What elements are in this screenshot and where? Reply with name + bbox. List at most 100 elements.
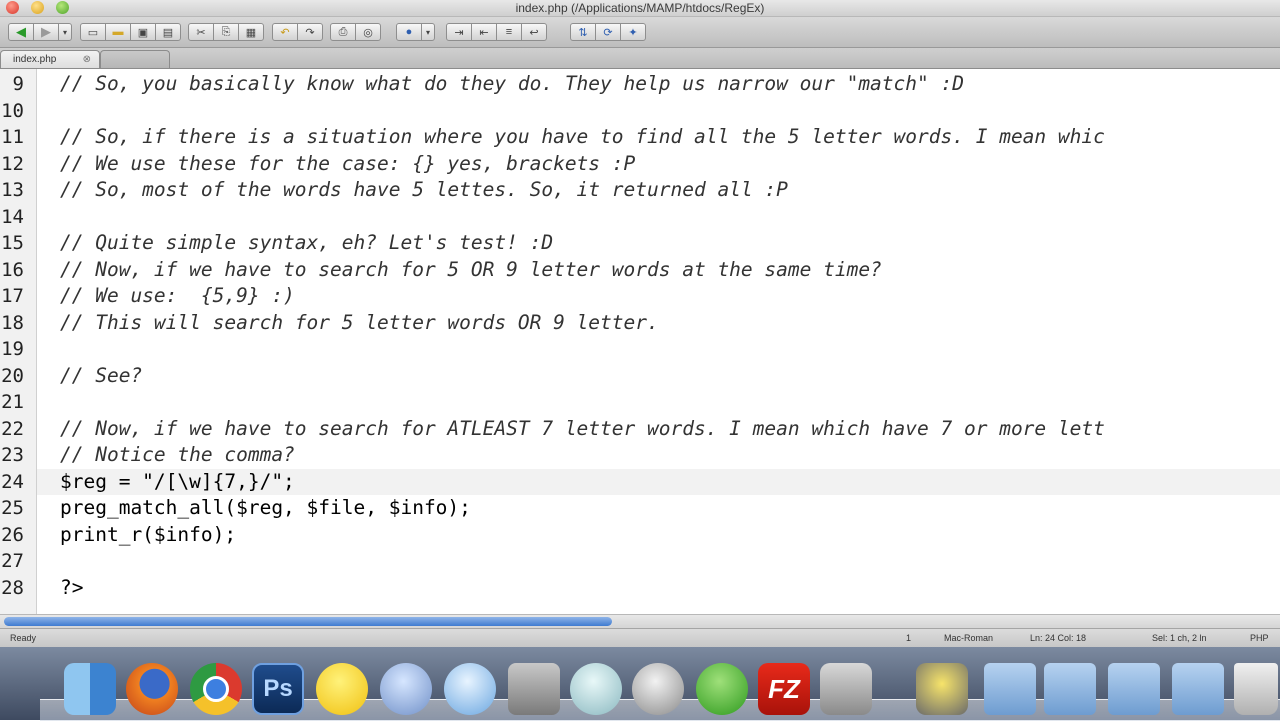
printer-icon: ⎙	[338, 25, 348, 38]
code-comment-line: // Quite simple syntax, eh? Let's test! …	[60, 231, 554, 254]
folder-icon[interactable]	[984, 663, 1036, 715]
browser-button-group: ● ▾	[396, 23, 435, 41]
find-button[interactable]: ◎	[355, 23, 381, 41]
line-number: 16	[1, 258, 24, 281]
redo-button[interactable]: ↷	[297, 23, 323, 41]
imovie-icon[interactable]	[916, 663, 968, 715]
undo-button[interactable]: ↶	[272, 23, 298, 41]
comment-button[interactable]: ≡	[496, 23, 522, 41]
code-line: print_r($info);	[60, 522, 237, 546]
filezilla-icon[interactable]: FZ	[758, 663, 810, 715]
horizontal-scroll-thumb[interactable]	[4, 617, 612, 626]
tab-index-php[interactable]: index.php ⊗	[0, 50, 100, 68]
line-number: 27	[1, 550, 24, 572]
line-number: 21	[1, 391, 24, 413]
format-button-group: ⇥ ⇤ ≡ ↩	[446, 23, 547, 41]
line-number: 11	[1, 126, 24, 148]
code-editor[interactable]: 9 10 11 12 13 14 15 16 17 18 19 20 21 22 23 24 25 26 27 28 …	[0, 69, 1280, 614]
globe-icon: ●	[405, 26, 413, 38]
code-line: ?>	[60, 575, 84, 599]
growl-icon[interactable]	[570, 663, 622, 715]
code-comment-line: // This will search for 5 letter words O…	[60, 310, 659, 334]
line-number: 19	[1, 338, 24, 360]
wrench-icon: ✦	[628, 26, 638, 39]
outdent-button[interactable]: ⇤	[471, 23, 497, 41]
system-preferences-icon[interactable]	[508, 663, 560, 715]
outdent-icon: ⇤	[479, 26, 489, 39]
print-button[interactable]: ⎙	[330, 23, 356, 41]
forward-arrow-icon: ▶	[41, 24, 51, 39]
save-button[interactable]: ▣	[130, 23, 156, 41]
line-number: 17	[1, 285, 24, 307]
paste-button[interactable]: ▦	[238, 23, 264, 41]
copy-icon: ⎘	[221, 25, 231, 38]
encoding-indicator[interactable]: Mac-Roman	[944, 629, 993, 647]
line-number: 28	[1, 576, 24, 599]
copy-button[interactable]: ⎘	[213, 23, 239, 41]
history-menu-button[interactable]: ▾	[58, 23, 72, 41]
messenger-icon[interactable]	[316, 663, 368, 715]
folder-icon: ▬	[112, 26, 124, 38]
photo-booth-icon[interactable]	[820, 663, 872, 715]
line-number: 25	[1, 497, 24, 519]
wrap-button[interactable]: ↩	[521, 23, 547, 41]
line-number: 23	[1, 444, 24, 466]
binoculars-icon: ◎	[363, 26, 373, 39]
tab-inactive[interactable]	[100, 50, 170, 68]
code-comment-line: // So, you basically know what do they d…	[60, 72, 964, 95]
firefox-icon[interactable]	[126, 663, 178, 715]
close-tab-icon[interactable]: ⊗	[83, 51, 91, 68]
code-comment-line: // Notice the comma?	[60, 443, 295, 466]
line-number: 9	[12, 73, 24, 95]
line-number-gutter: 9 10 11 12 13 14 15 16 17 18 19 20 21 22 23 24 25 26 27 28	[0, 69, 37, 614]
facetime-icon[interactable]	[380, 663, 432, 715]
tools-button[interactable]: ✦	[620, 23, 646, 41]
chevron-down-icon: ▾	[62, 27, 67, 37]
chrome-icon[interactable]	[190, 663, 242, 715]
language-indicator[interactable]: PHP	[1250, 629, 1269, 647]
cut-button[interactable]: ✂	[188, 23, 214, 41]
line-number: 20	[1, 364, 24, 387]
finder-icon[interactable]	[64, 663, 116, 715]
sync-button[interactable]: ⟳	[595, 23, 621, 41]
document-icon: ▭	[87, 26, 99, 39]
scissors-icon: ✂	[196, 26, 206, 39]
photoshop-icon[interactable]: Ps	[252, 663, 304, 715]
save-all-button[interactable]: ▤	[155, 23, 181, 41]
indent-icon: ⇥	[454, 26, 464, 39]
code-line: preg_match_all($reg, $file, $info);	[60, 496, 471, 519]
code-comment-line: // See?	[60, 363, 143, 387]
sync-icon: ⟳	[603, 26, 613, 39]
tab-bar: index.php ⊗	[0, 48, 1280, 69]
code-comment-line: // We use these for the case: {} yes, br…	[60, 151, 636, 175]
folder-icon[interactable]	[1044, 663, 1096, 715]
itunes-icon[interactable]	[444, 663, 496, 715]
back-arrow-icon: ◀	[16, 24, 26, 39]
undo-button-group: ↶ ↷	[272, 23, 323, 41]
nav-button-group: ◀ ▶ ▾	[8, 23, 72, 41]
ftp-button[interactable]: ⇅	[570, 23, 596, 41]
new-document-button[interactable]: ▭	[80, 23, 106, 41]
utorrent-icon[interactable]	[696, 663, 748, 715]
forward-button[interactable]: ▶	[33, 23, 59, 41]
line-number: 24	[1, 470, 24, 493]
window-title: index.php (/Applications/MAMP/htdocs/Reg…	[515, 1, 765, 15]
back-button[interactable]: ◀	[8, 23, 34, 41]
folder-icon[interactable]	[1108, 663, 1160, 715]
preview-browser-button[interactable]: ●	[396, 23, 422, 41]
open-folder-button[interactable]: ▬	[105, 23, 131, 41]
safari-icon[interactable]	[632, 663, 684, 715]
dock: Ps FZ	[0, 647, 1280, 721]
folder-icon[interactable]	[1172, 663, 1224, 715]
print-button-group: ⎙ ◎	[330, 23, 381, 41]
save-all-icon: ▤	[162, 26, 174, 39]
indent-button[interactable]: ⇥	[446, 23, 472, 41]
toolbar: ◀ ▶ ▾ ▭ ▬ ▣ ▤ ✂ ⎘ ▦ ↶ ↷ ⎙ ◎ ● ▾ ⇥ ⇤ ≡ ↩ …	[0, 17, 1280, 48]
trash-icon[interactable]	[1234, 663, 1278, 715]
browser-menu-button[interactable]: ▾	[421, 23, 435, 41]
horizontal-scrollbar[interactable]	[0, 614, 1280, 628]
redo-icon: ↷	[305, 26, 315, 39]
tab-label: index.php	[13, 54, 57, 65]
line-number: 22	[1, 417, 24, 440]
clipboard-icon: ▦	[245, 26, 257, 39]
